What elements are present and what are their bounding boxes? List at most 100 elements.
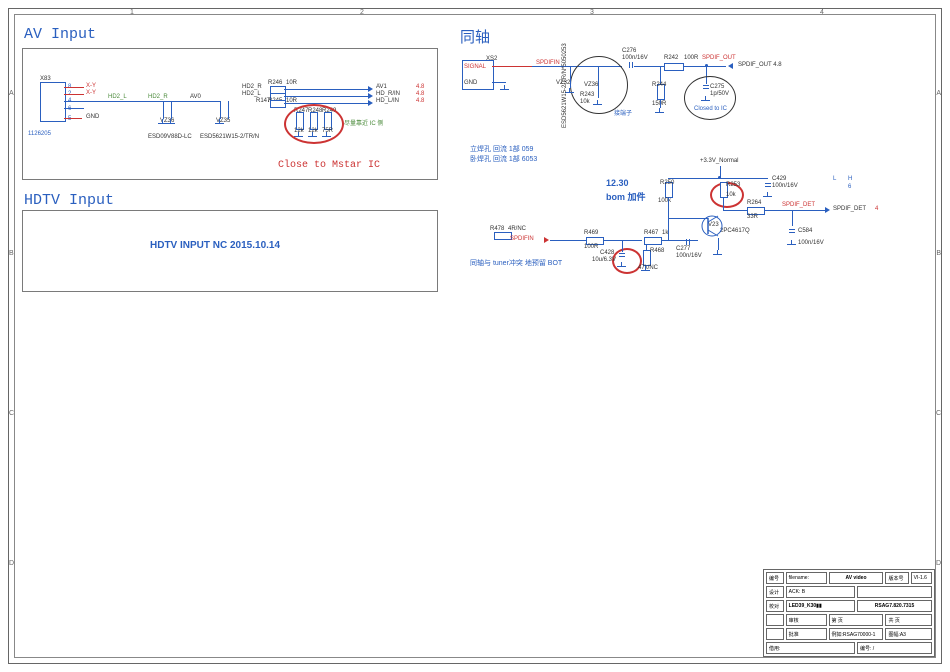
wire bbox=[64, 94, 84, 95]
ruler-top-1: 1 bbox=[130, 9, 134, 16]
close-ellipse bbox=[284, 104, 344, 144]
gnd-icon bbox=[593, 100, 603, 108]
xs2-lbl: XS2 bbox=[486, 56, 497, 62]
c277v: 100n/16V bbox=[676, 253, 702, 259]
r246-lbl: R246 bbox=[268, 80, 282, 86]
connector-x83 bbox=[40, 82, 66, 122]
wire bbox=[284, 96, 368, 97]
gnd-icon bbox=[763, 192, 773, 200]
r467l: R467 bbox=[644, 230, 658, 236]
c275v: 1p/50V bbox=[710, 91, 729, 97]
c584-cap bbox=[789, 226, 795, 236]
r264v: 33R bbox=[747, 214, 758, 220]
c428 bbox=[619, 250, 625, 260]
ruler-side-c-r: C bbox=[936, 410, 941, 417]
close-note: Close to Mstar IC bbox=[278, 160, 380, 171]
c277: C277 bbox=[676, 246, 690, 252]
partno: 1126205 bbox=[28, 131, 51, 137]
x-y2: X-Y bbox=[86, 90, 96, 96]
wire bbox=[104, 101, 164, 102]
r469l: R469 bbox=[584, 230, 598, 236]
tb-r5a bbox=[766, 628, 784, 640]
tb-r1e: VI-1.6 bbox=[911, 572, 932, 584]
spdifdet-pin: SPDIF_DET bbox=[833, 206, 866, 212]
wire bbox=[171, 101, 172, 119]
wire bbox=[64, 108, 84, 109]
gnd-icon bbox=[166, 119, 176, 127]
r243: R243 bbox=[580, 92, 594, 98]
c429l: C429 bbox=[772, 176, 786, 182]
hd2r2: HD2_R bbox=[242, 84, 262, 90]
lh-h: H bbox=[848, 176, 852, 182]
esd1: ESD09V88D-LC bbox=[148, 134, 192, 140]
r469v: 100R bbox=[584, 244, 598, 250]
wire bbox=[284, 103, 368, 104]
note2: bom 加件 bbox=[606, 190, 646, 203]
pin-5: 5 bbox=[68, 116, 71, 122]
c428v: 10u/6.3V bbox=[592, 257, 616, 263]
r246v: 10R bbox=[286, 80, 297, 86]
tb-r2a: 设计 bbox=[766, 586, 784, 598]
wire bbox=[220, 101, 221, 119]
gnd-icon bbox=[641, 266, 651, 274]
wire bbox=[64, 118, 82, 119]
term: 接端子 bbox=[614, 108, 632, 117]
gnd-lbl: GND bbox=[86, 114, 99, 120]
arrow-icon bbox=[368, 93, 373, 99]
r253v: 10k bbox=[726, 192, 736, 198]
tb-r4d: 共 页 bbox=[885, 614, 932, 626]
junction bbox=[718, 176, 721, 179]
c428l: C428 bbox=[600, 250, 614, 256]
wire bbox=[723, 198, 724, 210]
hdrin: HD_R/IN bbox=[376, 91, 400, 97]
lh-l: L bbox=[833, 176, 836, 182]
gnd-icon bbox=[500, 85, 510, 93]
r253l: R253 bbox=[726, 182, 740, 188]
c584: C584 bbox=[798, 228, 812, 234]
tb-r3a: 校对 bbox=[766, 600, 784, 612]
p6: 6 bbox=[848, 184, 851, 190]
ruler-top-3: 3 bbox=[590, 9, 594, 16]
tb-r4c: 第 页 bbox=[829, 614, 884, 626]
tb-r6b: 编号: / bbox=[857, 642, 932, 654]
hd2l: HD2_L bbox=[108, 94, 127, 100]
c276: C276 bbox=[622, 48, 636, 54]
wire bbox=[163, 101, 164, 119]
r250l: R250 bbox=[660, 180, 674, 186]
tb-r2b: ACK: B bbox=[786, 586, 855, 598]
schematic-sheet: 1 2 3 4 A B C D A B C D AV Input X83 112… bbox=[0, 0, 950, 672]
spdifdet-net: SPDIF_DET bbox=[782, 202, 815, 208]
title-coax: 同轴 bbox=[460, 26, 490, 47]
r147-lbl: R147 bbox=[256, 98, 270, 104]
wire bbox=[660, 100, 661, 108]
gnd-icon bbox=[713, 250, 723, 258]
closed: Closed to IC bbox=[694, 106, 727, 112]
r242l: R242 bbox=[664, 55, 678, 61]
note1: 12.30 bbox=[606, 178, 629, 188]
c276v: 100n/16V bbox=[622, 55, 648, 61]
gndp: GND bbox=[464, 80, 477, 86]
arrow-icon bbox=[728, 63, 733, 69]
title-block: 编号 filename: AV video 版本号 VI-1.6 设计 ACK:… bbox=[763, 569, 935, 657]
ruler-side-b: B bbox=[9, 250, 14, 257]
tb-r3d: RSAG7.820.7315 bbox=[857, 600, 932, 612]
av1: AV1 bbox=[376, 84, 387, 90]
c277-cap bbox=[683, 239, 693, 245]
note-green: 尽量靠近 IC 侧 bbox=[344, 118, 383, 127]
tb-r5d: 图幅:A3 bbox=[885, 628, 932, 640]
ruler-top-4: 4 bbox=[820, 9, 824, 16]
cap-c275 bbox=[703, 82, 709, 92]
wire bbox=[570, 66, 571, 88]
r147 bbox=[270, 100, 286, 108]
tb-r1c: AV video bbox=[829, 572, 884, 584]
ruler-side-d-r: D bbox=[936, 560, 941, 567]
wire bbox=[164, 101, 220, 102]
q: 2PC4617Q bbox=[720, 228, 750, 234]
gnd-icon bbox=[787, 240, 797, 248]
wire bbox=[718, 238, 719, 250]
tb-r4a bbox=[766, 614, 784, 626]
ruler-side-b-r: B bbox=[936, 250, 941, 257]
x-y: X-Y bbox=[86, 83, 96, 89]
hdtv-nc-label: HDTV INPUT NC 2015.10.14 bbox=[150, 240, 280, 251]
wire bbox=[792, 210, 793, 226]
